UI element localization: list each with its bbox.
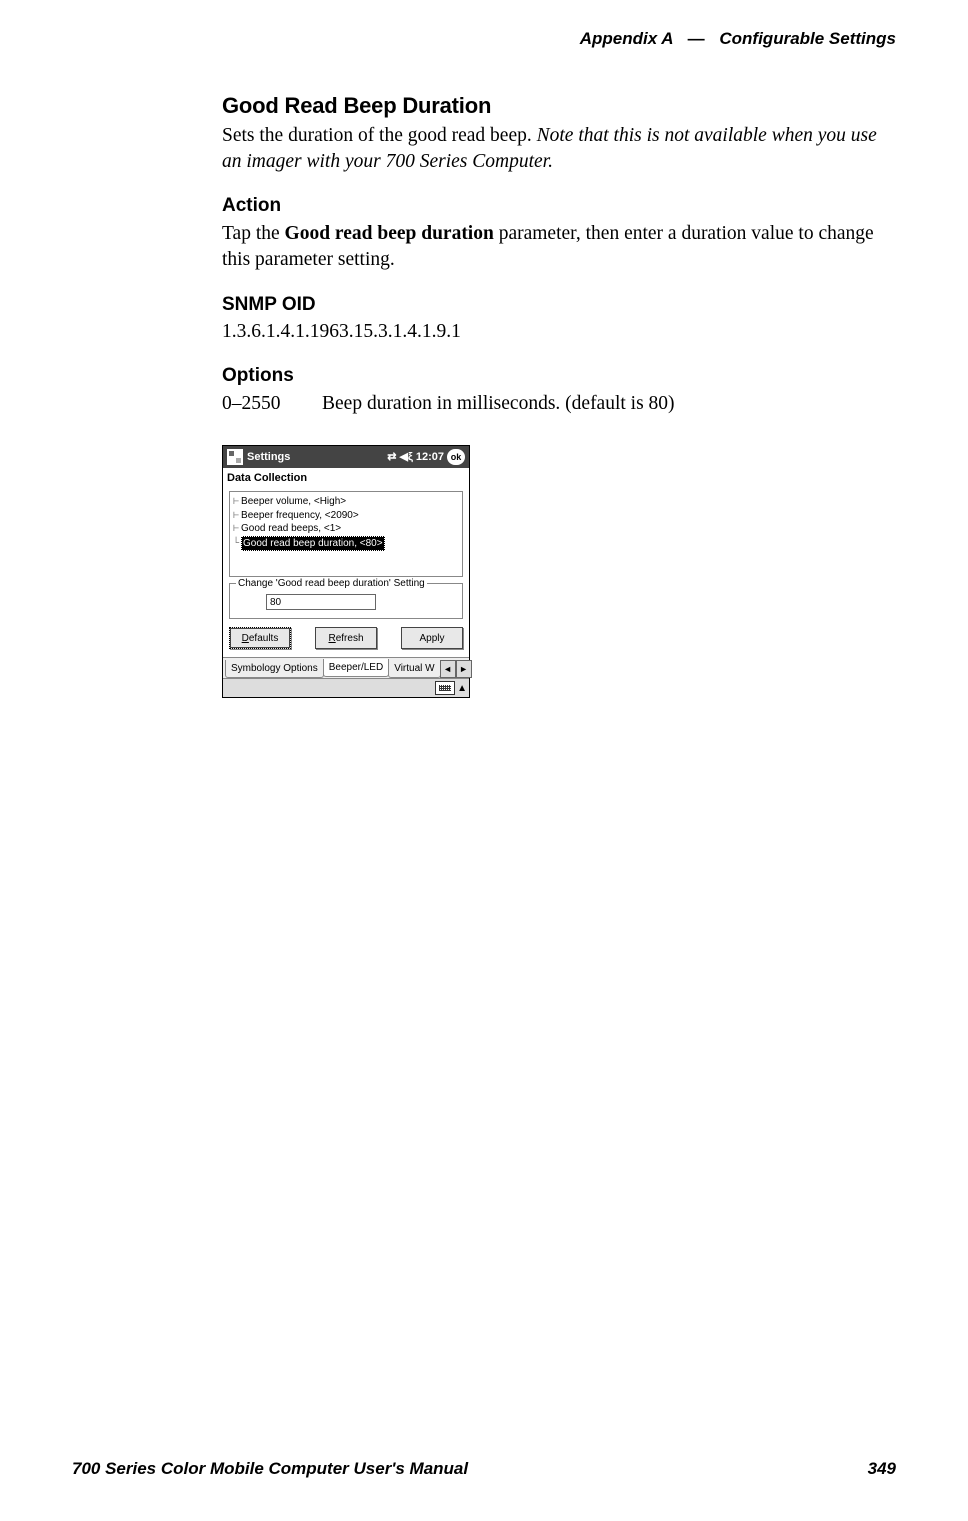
tab-scroll-left[interactable]: ◄ — [440, 660, 456, 678]
pda-bottom-bar: ▲ — [223, 678, 469, 697]
list-item[interactable]: ⊢Beeper frequency, <2090> — [232, 509, 460, 523]
defaults-button[interactable]: Defaults — [229, 627, 291, 649]
apply-button[interactable]: Apply — [401, 627, 463, 649]
settings-tree[interactable]: ⊢Beeper volume, <High> ⊢Beeper frequency… — [229, 491, 463, 577]
footer-manual-title: 700 Series Color Mobile Computer User's … — [72, 1458, 468, 1481]
action-bold: Good read beep duration — [285, 223, 494, 244]
group-title: Change 'Good read beep duration' Setting — [236, 577, 427, 591]
tab-symbology-options[interactable]: Symbology Options — [225, 660, 324, 679]
options-range: 0–2550 — [222, 391, 322, 417]
options-desc: Beep duration in milliseconds. (default … — [322, 391, 675, 417]
intro-plain: Sets the duration of the good read beep. — [222, 125, 537, 146]
header-appendix: Appendix A — [580, 29, 673, 48]
action-pre: Tap the — [222, 223, 285, 244]
footer-page-number: 349 — [868, 1458, 896, 1481]
options-heading: Options — [222, 363, 896, 389]
options-row: 0–2550 Beep duration in milliseconds. (d… — [222, 391, 896, 417]
tab-virtual-wedge[interactable]: Virtual W — [388, 660, 440, 679]
pda-screenshot: Settings ⇄ ◀ξ 12:07 ok Data Collection ⊢… — [222, 445, 896, 698]
page-footer: 700 Series Color Mobile Computer User's … — [72, 1458, 896, 1481]
section-intro: Sets the duration of the good read beep.… — [222, 123, 896, 176]
tab-scroll-right[interactable]: ► — [456, 660, 472, 678]
volume-icon: ◀ξ — [400, 450, 413, 465]
pda-titlebar: Settings ⇄ ◀ξ 12:07 ok — [223, 446, 469, 468]
action-text: Tap the Good read beep duration paramete… — [222, 221, 896, 274]
pda-window: Settings ⇄ ◀ξ 12:07 ok Data Collection ⊢… — [222, 445, 470, 698]
duration-input[interactable] — [266, 594, 376, 610]
clock-text: 12:07 — [416, 450, 444, 465]
header-separator: — — [678, 29, 715, 48]
tab-beeper-led[interactable]: Beeper/LED — [323, 659, 389, 678]
change-setting-group: Change 'Good read beep duration' Setting — [229, 583, 463, 619]
tab-strip: Symbology Options Beeper/LED Virtual W ◄… — [223, 657, 469, 678]
refresh-button[interactable]: Refresh — [315, 627, 377, 649]
header-title: Configurable Settings — [719, 29, 896, 48]
start-icon[interactable] — [227, 449, 243, 465]
connectivity-icon: ⇄ — [387, 450, 396, 465]
section-title: Good Read Beep Duration — [222, 91, 896, 121]
sip-up-icon[interactable]: ▲ — [457, 682, 467, 696]
list-item[interactable]: ⊢Beeper volume, <High> — [232, 495, 460, 509]
list-item-selected[interactable]: └Good read beep duration, <80> — [232, 536, 460, 552]
snmp-heading: SNMP OID — [222, 292, 896, 318]
list-item[interactable]: ⊢Good read beeps, <1> — [232, 522, 460, 536]
keyboard-icon[interactable] — [435, 681, 455, 695]
pda-title: Settings — [247, 450, 387, 465]
action-heading: Action — [222, 193, 896, 219]
panel-title: Data Collection — [223, 468, 469, 488]
page-header: Appendix A — Configurable Settings — [72, 28, 896, 51]
ok-button[interactable]: ok — [447, 449, 465, 465]
snmp-value: 1.3.6.1.4.1.1963.15.3.1.4.1.9.1 — [222, 319, 896, 345]
